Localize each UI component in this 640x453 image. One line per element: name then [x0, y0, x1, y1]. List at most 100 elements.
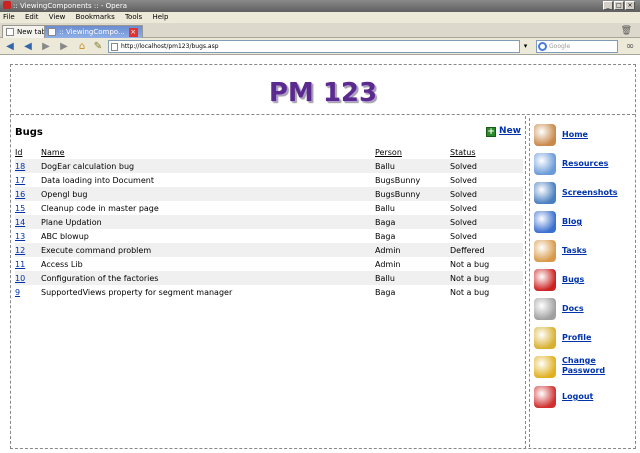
sidebar-item-label: Screenshots	[562, 188, 618, 197]
key-icon	[534, 356, 556, 378]
table-row: 9 SupportedViews property for segment man…	[15, 285, 523, 299]
sidebar-item-label: Docs	[562, 304, 584, 313]
bug-id-link[interactable]: 13	[15, 229, 41, 243]
house-icon	[534, 124, 556, 146]
column-header-status[interactable]: Status	[450, 146, 523, 159]
column-header-id[interactable]: Id	[15, 146, 41, 159]
bug-person: Admin	[375, 259, 401, 269]
bug-name: Configuration of the factories	[41, 271, 375, 285]
address-input[interactable]: http://localhost/pm123/bugs.asp	[108, 40, 520, 53]
rewind-icon[interactable]: ◀	[22, 41, 34, 52]
bug-id-link[interactable]: 17	[15, 173, 41, 187]
maximize-button[interactable]: □	[614, 1, 624, 10]
edit-icon[interactable]: ✎	[92, 41, 104, 52]
minimize-button[interactable]: _	[603, 1, 613, 10]
bug-id-link[interactable]: 15	[15, 201, 41, 215]
bug-id-link[interactable]: 12	[15, 243, 41, 257]
trash-icon[interactable]: 🗑	[621, 26, 632, 36]
document-icon	[534, 298, 556, 320]
close-tab-icon[interactable]: ×	[128, 28, 138, 37]
home-icon[interactable]: ⌂	[76, 41, 88, 52]
column-header-person[interactable]: Person	[375, 146, 450, 159]
menu-edit[interactable]: Edit	[25, 13, 39, 21]
bug-id-link[interactable]: 10	[15, 271, 41, 285]
sidebar-nav: Home Resources Screenshots Blog Tasks Bugs Doc…	[529, 118, 633, 447]
tab-label: New tab	[17, 28, 46, 36]
bug-name: Cleanup code in master page	[41, 203, 159, 213]
menu-bar: File Edit View Bookmarks Tools Help	[0, 12, 640, 23]
bug-name: Opengl bug	[41, 187, 375, 201]
table-row: 18 DogEar calculation bug Ballu Solved	[15, 159, 523, 173]
sidebar-item-label: Bugs	[562, 275, 585, 284]
menu-view[interactable]: View	[49, 13, 66, 21]
bug-status: Solved	[450, 187, 523, 201]
ladybug-icon	[534, 269, 556, 291]
sidebar-item-label: Logout	[562, 392, 594, 401]
bugs-table: Id Name Person Status 18 DogEar calculati…	[15, 146, 523, 299]
bug-person: BugsBunny	[375, 175, 421, 185]
bug-status: Deffered	[450, 243, 523, 257]
address-toolbar: ◀ ◀ ▶ ▶ ⌂ ✎ http://localhost/pm123/bugs.…	[0, 38, 640, 55]
table-row: 14 Plane Updation Baga Solved	[15, 215, 523, 229]
table-row: 16 Opengl bug BugsBunny Solved	[15, 187, 523, 201]
column-header-name[interactable]: Name	[41, 146, 375, 159]
sidebar-item-label: Tasks	[562, 246, 587, 255]
back-icon[interactable]: ◀	[4, 41, 16, 52]
bug-name: SupportedViews property for segment mana…	[41, 287, 233, 297]
bug-status: Solved	[450, 175, 477, 185]
url-text: http://localhost/pm123/bugs.asp	[121, 43, 219, 50]
bug-status: Solved	[450, 203, 477, 213]
bug-id-link[interactable]: 9	[15, 285, 41, 299]
tab-viewing-components[interactable]: :: ViewingCompo... ×	[44, 25, 143, 38]
monitor-icon	[534, 182, 556, 204]
bug-name: ABC blowup	[41, 231, 89, 241]
bug-status: Not a bug	[450, 259, 490, 269]
bug-person: BugsBunny	[375, 187, 450, 201]
power-icon	[534, 386, 556, 408]
bug-id-link[interactable]: 16	[15, 187, 41, 201]
menu-tools[interactable]: Tools	[125, 13, 142, 21]
table-row: 17 Data loading into Document BugsBunny Sol…	[15, 173, 523, 187]
fast-forward-icon[interactable]: ▶	[58, 41, 70, 52]
sidebar-item-label: Resources	[562, 159, 609, 168]
page-icon	[111, 43, 118, 51]
window-title: :: ViewingComponents :: - Opera	[13, 2, 128, 10]
page-viewport: PM 123 Bugs + New Id Name Person Status 1…	[0, 55, 640, 453]
menu-help[interactable]: Help	[152, 13, 168, 21]
glasses-icon[interactable]: ∞	[624, 41, 636, 52]
bug-person: Baga	[375, 215, 450, 229]
bug-person: Ballu	[375, 271, 450, 285]
table-row: 11 Access Lib Admin Not a bug	[15, 257, 523, 271]
bug-person: Baga	[375, 231, 396, 241]
add-icon: +	[486, 127, 497, 137]
globe-pen-icon	[534, 211, 556, 233]
bug-person: Admin	[375, 243, 450, 257]
menu-bookmarks[interactable]: Bookmarks	[76, 13, 115, 21]
bug-person: Baga	[375, 287, 396, 297]
bug-person: Ballu	[375, 203, 395, 213]
menu-file[interactable]: File	[3, 13, 15, 21]
sidebar-item-label: Change Password	[562, 356, 606, 375]
sidebar: Home Resources Screenshots Blog Tasks Bugs Doc…	[525, 116, 635, 449]
sidebar-item-label: Blog	[562, 217, 583, 226]
bug-name: Plane Updation	[41, 215, 375, 229]
page-title: Bugs	[15, 127, 43, 138]
new-bug-link[interactable]: + New	[486, 126, 521, 137]
bug-id-link[interactable]: 11	[15, 257, 41, 271]
table-row: 12 Execute command problem Admin Deffered	[15, 243, 523, 257]
forward-icon[interactable]: ▶	[40, 41, 52, 52]
window-titlebar: :: ViewingComponents :: - Opera _ □ ×	[0, 0, 640, 12]
search-input[interactable]: Google	[536, 40, 618, 53]
chevron-down-icon[interactable]: ▾	[521, 41, 530, 52]
google-icon	[538, 42, 547, 51]
page-icon	[6, 28, 14, 36]
tab-bar: New tab :: ViewingCompo... × 🗑	[0, 23, 640, 38]
bug-id-link[interactable]: 14	[15, 215, 41, 229]
bug-person: Ballu	[375, 159, 450, 173]
search-placeholder: Google	[549, 43, 571, 50]
bug-id-link[interactable]: 18	[15, 159, 41, 173]
user-task-icon	[534, 240, 556, 262]
table-row: 15 Cleanup code in master page Ballu Solved	[15, 201, 523, 215]
close-window-button[interactable]: ×	[625, 1, 635, 10]
keys-icon	[534, 327, 556, 349]
